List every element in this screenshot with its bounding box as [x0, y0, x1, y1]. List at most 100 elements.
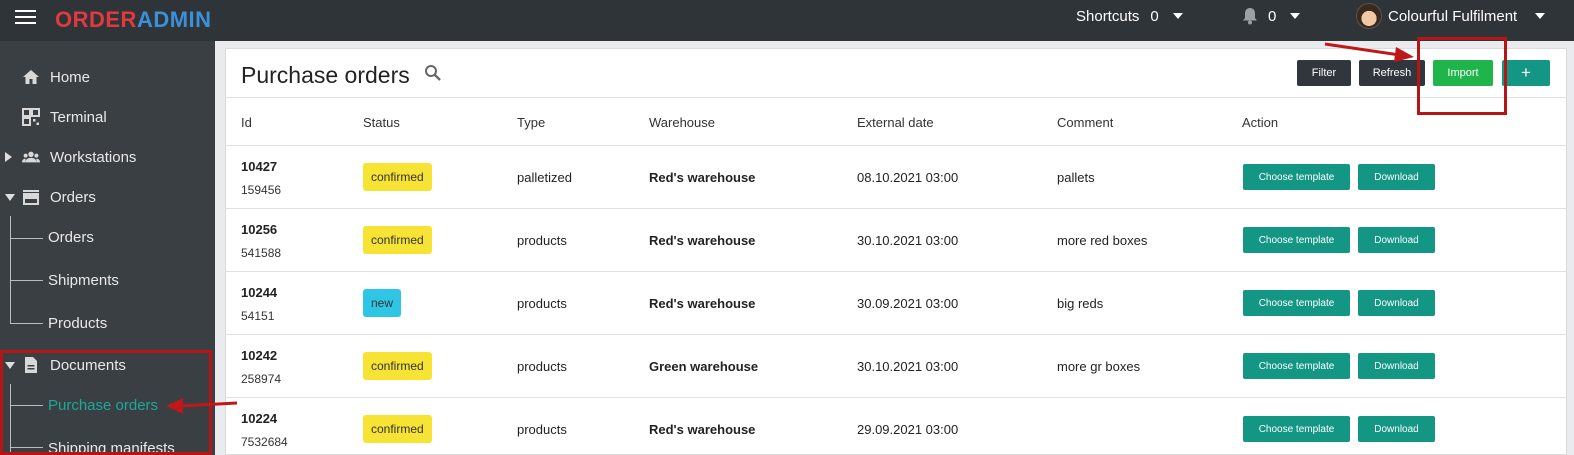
download-button[interactable]: Download: [1358, 164, 1435, 190]
search-icon[interactable]: [424, 64, 442, 82]
tree-line: [10, 238, 43, 239]
sidebar-item-terminal[interactable]: Terminal: [0, 99, 215, 135]
chevron-down-icon: [1535, 13, 1546, 19]
warehouse-name: Green warehouse: [649, 359, 759, 374]
filter-button[interactable]: Filter: [1297, 60, 1351, 86]
table-row[interactable]: 10242 258974 confirmed products Green wa…: [226, 334, 1566, 397]
column-header-status: Status: [363, 115, 400, 130]
sidebar-item-label: Terminal: [50, 108, 107, 126]
external-date: 29.09.2021 03:00: [857, 422, 959, 437]
account-name: Colourful Fulfilment: [1388, 7, 1518, 25]
table-row[interactable]: 10256 541588 confirmed products Red's wa…: [226, 208, 1566, 271]
choose-template-button[interactable]: Choose template: [1243, 227, 1350, 253]
order-comment: more red boxes: [1057, 233, 1148, 248]
choose-template-button[interactable]: Choose template: [1243, 164, 1350, 190]
order-type: products: [517, 296, 567, 311]
order-id[interactable]: 10224: [241, 411, 277, 426]
sidebar-item-workstations[interactable]: Workstations: [0, 139, 215, 175]
warehouse-name: Red's warehouse: [649, 422, 756, 437]
sidebar-item-orders[interactable]: Orders: [0, 179, 215, 215]
order-comment: more gr boxes: [1057, 359, 1141, 374]
external-id: 159456: [241, 183, 282, 197]
tree-line: [10, 323, 43, 324]
status-badge: new: [363, 289, 402, 317]
sidebar-subitem-shipments[interactable]: Shipments: [48, 272, 119, 289]
warehouse-name: Red's warehouse: [649, 170, 756, 185]
order-type: products: [517, 359, 567, 374]
notifications-dropdown[interactable]: 0: [1242, 0, 1301, 32]
menu-icon[interactable]: [15, 10, 37, 28]
header-divider: [226, 97, 1566, 98]
table-row[interactable]: 10427 159456 confirmed palletized Red's …: [226, 145, 1566, 208]
sidebar-subitem-products[interactable]: Products: [48, 315, 107, 332]
sidebar-item-home[interactable]: Home: [0, 59, 215, 95]
order-comment: big reds: [1057, 296, 1104, 311]
chevron-down-icon: [1290, 13, 1301, 19]
add-button[interactable]: +: [1502, 60, 1550, 86]
shortcuts-dropdown[interactable]: Shortcuts 0: [1076, 0, 1183, 32]
notifications-count: 0: [1268, 7, 1277, 25]
store-icon: [23, 190, 39, 205]
collapse-icon: [5, 193, 15, 201]
external-id: 7532684: [241, 435, 288, 449]
purchase-orders-panel: Purchase orders Filter Refresh Import + …: [225, 48, 1567, 455]
warehouse-name: Red's warehouse: [649, 296, 756, 311]
choose-template-button[interactable]: Choose template: [1243, 416, 1350, 442]
download-button[interactable]: Download: [1358, 290, 1435, 316]
table-row[interactable]: 10224 7532684 confirmed products Red's w…: [226, 397, 1566, 455]
column-header-comment: Comment: [1057, 115, 1114, 130]
status-badge: confirmed: [363, 415, 432, 443]
expand-icon: [5, 152, 12, 162]
highlight-box-import: [1417, 37, 1507, 115]
external-id: 258974: [241, 372, 282, 386]
download-button[interactable]: Download: [1358, 227, 1435, 253]
external-date: 30.10.2021 03:00: [857, 359, 959, 374]
external-date: 30.09.2021 03:00: [857, 296, 959, 311]
app-logo[interactable]: ORDERADMIN: [55, 7, 212, 33]
column-header-external-date: External date: [857, 115, 934, 130]
external-id: 54151: [241, 309, 275, 323]
column-header-action: Action: [1242, 115, 1279, 130]
refresh-button[interactable]: Refresh: [1359, 60, 1425, 86]
external-id: 541588: [241, 246, 282, 260]
order-id[interactable]: 10242: [241, 348, 277, 363]
tree-line: [10, 280, 43, 281]
highlight-box-documents: [0, 350, 212, 455]
external-date: 30.10.2021 03:00: [857, 233, 959, 248]
external-date: 08.10.2021 03:00: [857, 170, 959, 185]
bell-icon: [1243, 8, 1257, 25]
column-header-id: Id: [241, 115, 252, 130]
order-id[interactable]: 10427: [241, 159, 277, 174]
sidebar-item-label: Workstations: [50, 148, 137, 166]
download-button[interactable]: Download: [1358, 353, 1435, 379]
account-dropdown[interactable]: Colourful Fulfilment: [1356, 0, 1546, 32]
table-row[interactable]: 10244 54151 new products Red's warehouse…: [226, 271, 1566, 334]
logo-text-order: ORDER: [55, 7, 137, 32]
home-icon: [23, 70, 39, 84]
order-id[interactable]: 10256: [241, 222, 277, 237]
order-id[interactable]: 10244: [241, 285, 277, 300]
tree-line: [10, 216, 11, 324]
choose-template-button[interactable]: Choose template: [1243, 290, 1350, 316]
sidebar-subitem-orders[interactable]: Orders: [48, 229, 94, 246]
order-type: palletized: [517, 170, 572, 185]
order-type: products: [517, 422, 567, 437]
order-type: products: [517, 233, 567, 248]
status-badge: confirmed: [363, 352, 432, 380]
choose-template-button[interactable]: Choose template: [1243, 353, 1350, 379]
shortcuts-count: 0: [1150, 7, 1159, 25]
status-badge: confirmed: [363, 226, 432, 254]
avatar: [1356, 3, 1382, 29]
order-comment: pallets: [1057, 170, 1095, 185]
logo-text-admin: ADMIN: [136, 7, 212, 32]
warehouse-name: Red's warehouse: [649, 233, 756, 248]
column-header-type: Type: [517, 115, 546, 130]
chevron-down-icon: [1172, 13, 1183, 19]
shortcuts-label: Shortcuts: [1076, 7, 1140, 25]
download-button[interactable]: Download: [1358, 416, 1435, 442]
column-header-warehouse: Warehouse: [649, 115, 715, 130]
sidebar-item-label: Home: [50, 68, 91, 86]
people-icon: [22, 151, 40, 163]
top-bar: ORDERADMIN Shortcuts 0 0 Colourful Fulfi…: [0, 0, 1574, 41]
qr-code-icon: [22, 108, 40, 126]
